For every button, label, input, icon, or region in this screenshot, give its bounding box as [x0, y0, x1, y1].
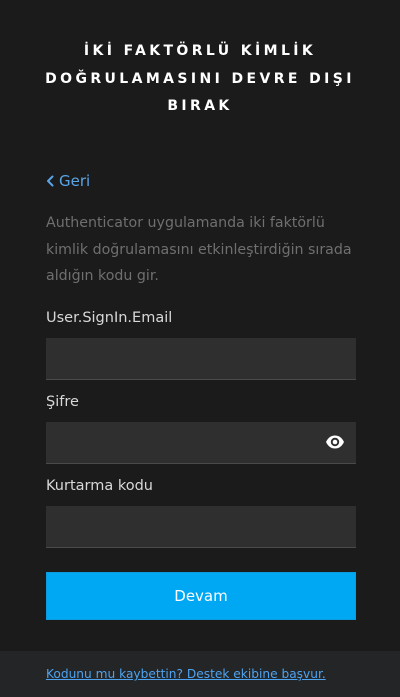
- instruction-text: Authenticator uygulamanda iki faktörlü k…: [46, 215, 352, 284]
- eye-icon[interactable]: [325, 432, 345, 452]
- page-title-line: İKİ FAKTÖRLÜ KİMLİK: [83, 43, 317, 59]
- chevron-left-icon: [46, 175, 54, 187]
- continue-button[interactable]: Devam: [46, 572, 356, 620]
- lost-code-support-link[interactable]: Kodunu mu kaybettin? Destek ekibine başv…: [46, 667, 326, 681]
- page-title-line: BIRAK: [167, 98, 233, 114]
- email-label: User.SignIn.Email: [46, 310, 173, 326]
- recovery-code-label: Kurtarma kodu: [46, 478, 153, 494]
- password-label: Şifre: [46, 394, 79, 410]
- page-title: İKİ FAKTÖRLÜ KİMLİK DOĞRULAMASINI DEVRE …: [20, 38, 380, 121]
- back-link-label: Geri: [59, 172, 91, 190]
- page-title-line: DOĞRULAMASINI DEVRE DIŞI: [45, 70, 355, 87]
- dialog-panel: İKİ FAKTÖRLÜ KİMLİK DOĞRULAMASINI DEVRE …: [0, 0, 400, 651]
- back-link[interactable]: Geri: [46, 170, 90, 192]
- recovery-code-field[interactable]: [46, 506, 356, 548]
- password-field[interactable]: [46, 422, 356, 464]
- email-field[interactable]: [46, 338, 356, 380]
